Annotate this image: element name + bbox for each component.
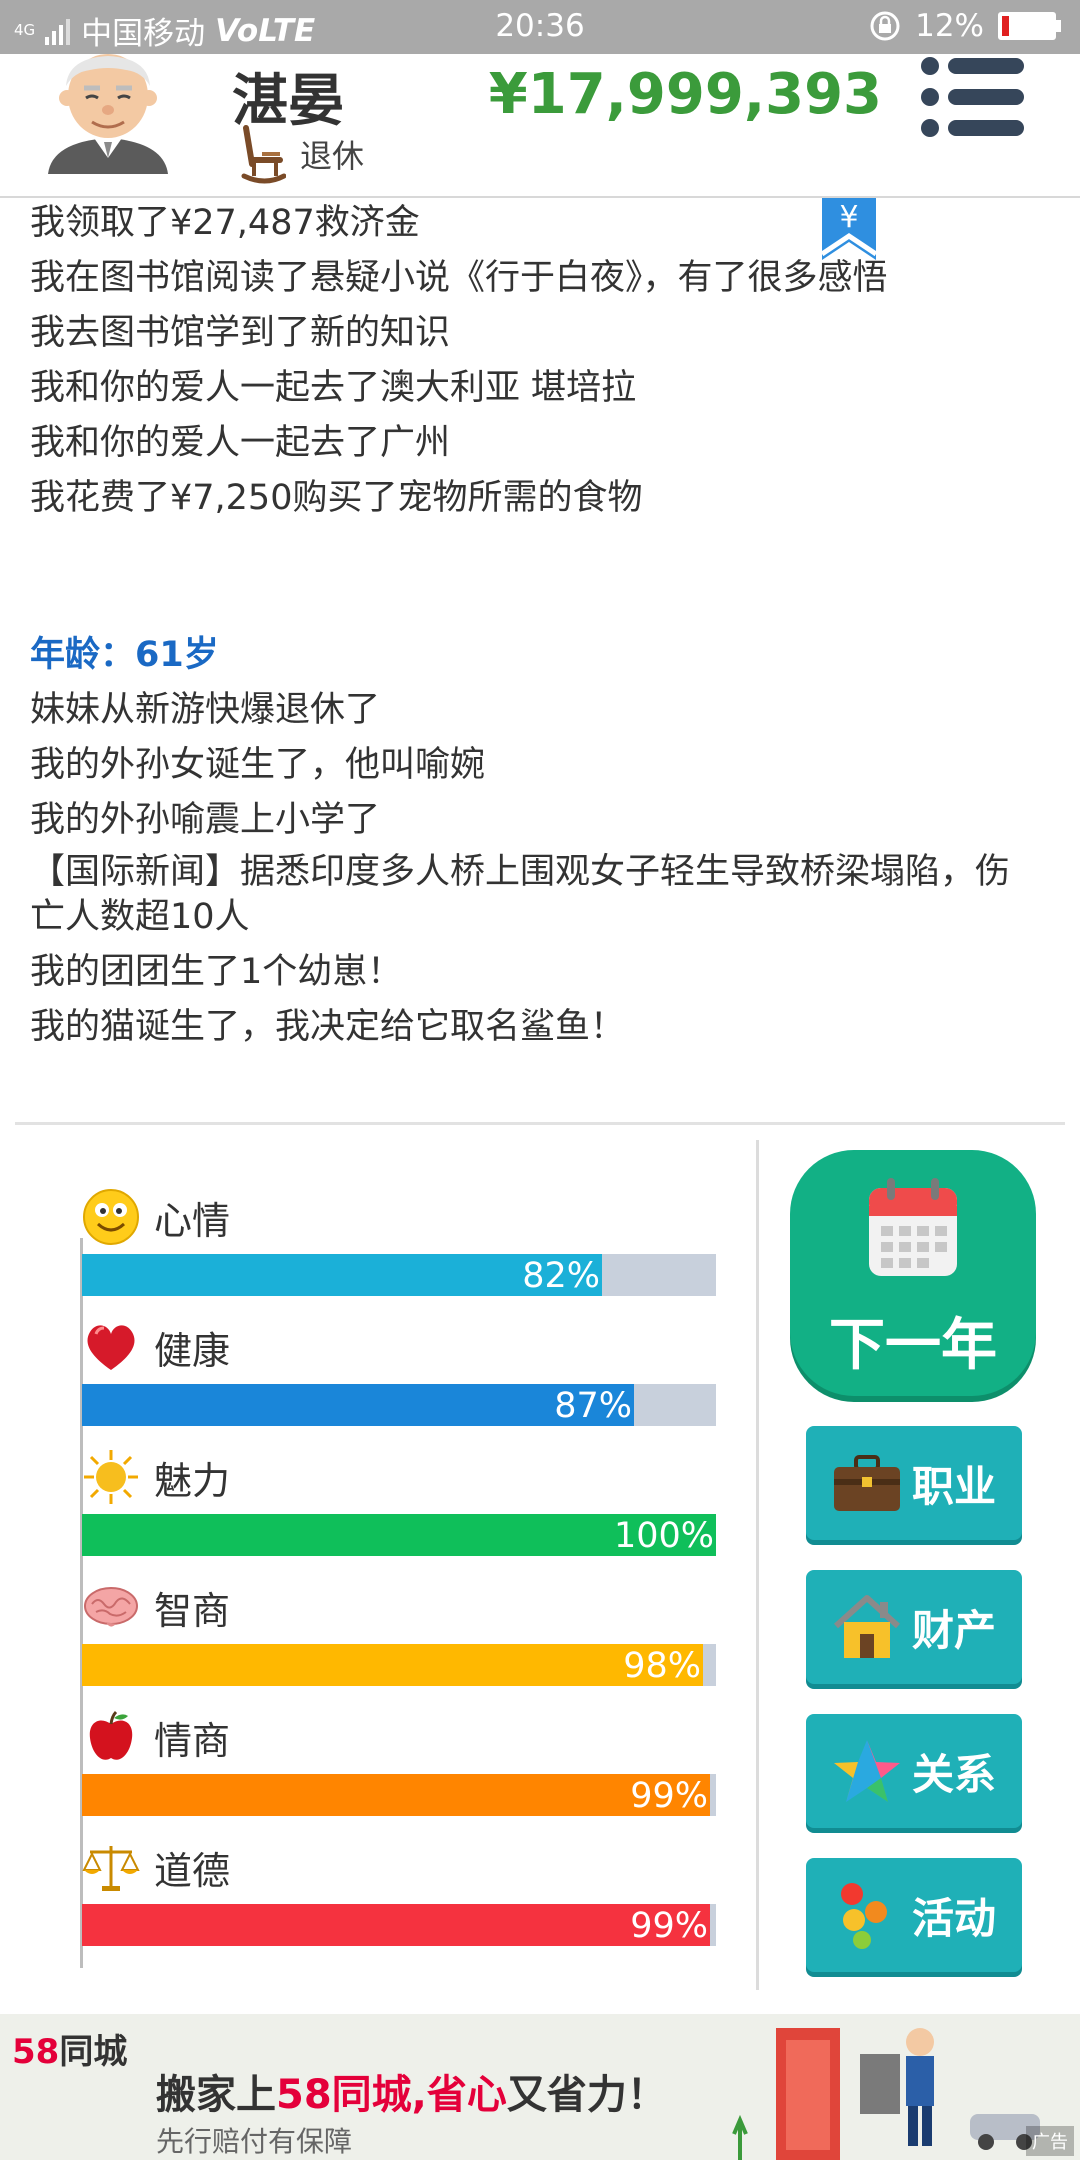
profile-header: 湛晏 退休 ¥17,999,393: [0, 54, 1080, 196]
dots-cluster-icon: [832, 1880, 902, 1950]
next-year-button[interactable]: 下一年: [790, 1150, 1036, 1396]
log-line: 我花费了¥7,250购买了宠物所需的食物: [30, 478, 643, 518]
stat-bar: 82%: [82, 1254, 716, 1296]
log-line: 我的外孙女诞生了，他叫喻婉: [30, 745, 486, 785]
stat-percent: 98%: [623, 1646, 701, 1686]
ad-headline: 搬家上58同城,省心又省力！: [156, 2062, 667, 2120]
rotation-lock-icon: [870, 11, 900, 41]
stat-label: 健康: [154, 1328, 231, 1373]
stat-label: 情商: [154, 1718, 231, 1763]
coin-tag[interactable]: ¥: [820, 198, 878, 268]
stat-label: 道德: [154, 1848, 231, 1893]
stat-morality: 道德 99%: [82, 1832, 716, 1962]
ad-subtitle: 先行赔付有保障: [156, 2125, 353, 2158]
apple-icon: [82, 1708, 140, 1766]
coin-tag-label: ¥: [839, 200, 859, 235]
age-heading: 年龄：61岁: [30, 635, 219, 675]
property-label: 财产: [911, 1605, 996, 1655]
star-icon: [832, 1736, 902, 1806]
log-line: 我的团团生了1个幼崽！: [30, 952, 403, 992]
activities-label: 活动: [911, 1893, 996, 1943]
stat-percent: 100%: [613, 1516, 714, 1556]
sun-icon: [82, 1448, 140, 1506]
stat-percent: 99%: [630, 1906, 708, 1946]
stat-bar: 98%: [82, 1644, 716, 1686]
stat-bar: 99%: [82, 1904, 716, 1946]
next-year-label: 下一年: [829, 1313, 997, 1378]
relations-label: 关系: [911, 1749, 996, 1799]
log-line: 我去图书馆学到了新的知识: [30, 313, 451, 353]
ad-brand-name: 同城: [59, 2032, 128, 2072]
menu-icon[interactable]: [920, 56, 1024, 138]
log-line: 妹妹从新游快爆退休了: [30, 690, 381, 730]
ad-banner[interactable]: 58同城 搬家上58同城,省心又省力！ 先行赔付有保障 广告: [0, 2014, 1080, 2160]
stat-label: 心情: [154, 1198, 231, 1243]
stat-percent: 82%: [522, 1256, 600, 1296]
career-button[interactable]: 职业: [806, 1426, 1022, 1540]
stat-bar: 100%: [82, 1514, 716, 1556]
money-balance: ¥17,999,393: [488, 62, 882, 127]
ad-brand-number: 58: [12, 2032, 60, 2072]
log-line: 我的猫诞生了，我决定给它取名鲨鱼！: [30, 1007, 626, 1047]
activities-button[interactable]: 活动: [806, 1858, 1022, 1972]
ad-headline-part: 又省力！: [506, 2072, 667, 2118]
ad-illustration: [732, 2028, 1040, 2160]
stat-bar-fill: [82, 1384, 634, 1426]
career-label: 职业: [911, 1461, 996, 1511]
section-divider: [15, 1122, 1065, 1125]
log-line: 【国际新闻】据悉印度多人桥上围观女子轻生导致桥梁塌陷，伤亡人数超10人: [30, 852, 1011, 937]
career-status: 退休: [300, 137, 365, 175]
stat-eq: 情商 99%: [82, 1702, 716, 1832]
house-icon: [832, 1592, 902, 1662]
log-line: 我的外孙喻震上小学了: [30, 800, 381, 840]
column-divider: [756, 1140, 759, 1990]
relations-button[interactable]: 关系: [806, 1714, 1022, 1828]
brain-icon: [82, 1578, 140, 1636]
stat-bar-fill: [82, 1904, 710, 1946]
smiley-icon: [82, 1188, 140, 1246]
heart-icon: [82, 1318, 140, 1376]
stat-iq: 智商 98%: [82, 1572, 716, 1702]
stat-bar: 87%: [82, 1384, 716, 1426]
attribute-stats: 心情 82% 健康 87% 魅力 100% 智商 98% 情商 99% 道德 9…: [82, 1182, 716, 1962]
status-bar: 4G 中国移动 VoLTE 20:36 12%: [0, 0, 1080, 54]
stat-charm: 魅力 100%: [82, 1442, 716, 1572]
stat-mood: 心情 82%: [82, 1182, 716, 1312]
stat-percent: 99%: [630, 1776, 708, 1816]
event-log[interactable]: 我领取了¥27,487救济金 我在图书馆阅读了悬疑小说《行于白夜》，有了很多感悟…: [30, 196, 1040, 1055]
log-line: 我和你的爱人一起去了澳大利亚 堪培拉: [30, 368, 637, 408]
stat-percent: 87%: [554, 1386, 632, 1426]
log-line: 我在图书馆阅读了悬疑小说《行于白夜》，有了很多感悟: [30, 258, 888, 298]
battery-icon: [998, 12, 1061, 40]
ad-label: 广告: [1026, 2126, 1074, 2156]
log-line: 我和你的爱人一起去了广州: [30, 423, 451, 463]
ad-brand: 58同城: [12, 2024, 127, 2073]
log-line: 我领取了¥27,487救济金: [30, 203, 420, 243]
battery-percent: 12%: [915, 8, 984, 44]
stat-label: 智商: [154, 1588, 231, 1633]
stat-bar-fill: [82, 1774, 710, 1816]
scales-icon: [82, 1838, 140, 1896]
ad-headline-part: 搬家上: [156, 2072, 276, 2118]
calendar-icon: [869, 1178, 957, 1276]
stat-bar: 99%: [82, 1774, 716, 1816]
avatar[interactable]: [38, 54, 178, 174]
briefcase-icon: [832, 1448, 902, 1518]
rocking-chair-icon: [241, 125, 286, 184]
property-button[interactable]: 财产: [806, 1570, 1022, 1684]
stat-bar-fill: [82, 1644, 703, 1686]
ad-headline-part: 58同城,省心: [276, 2072, 507, 2118]
stat-label: 魅力: [154, 1458, 231, 1503]
stat-health: 健康 87%: [82, 1312, 716, 1442]
